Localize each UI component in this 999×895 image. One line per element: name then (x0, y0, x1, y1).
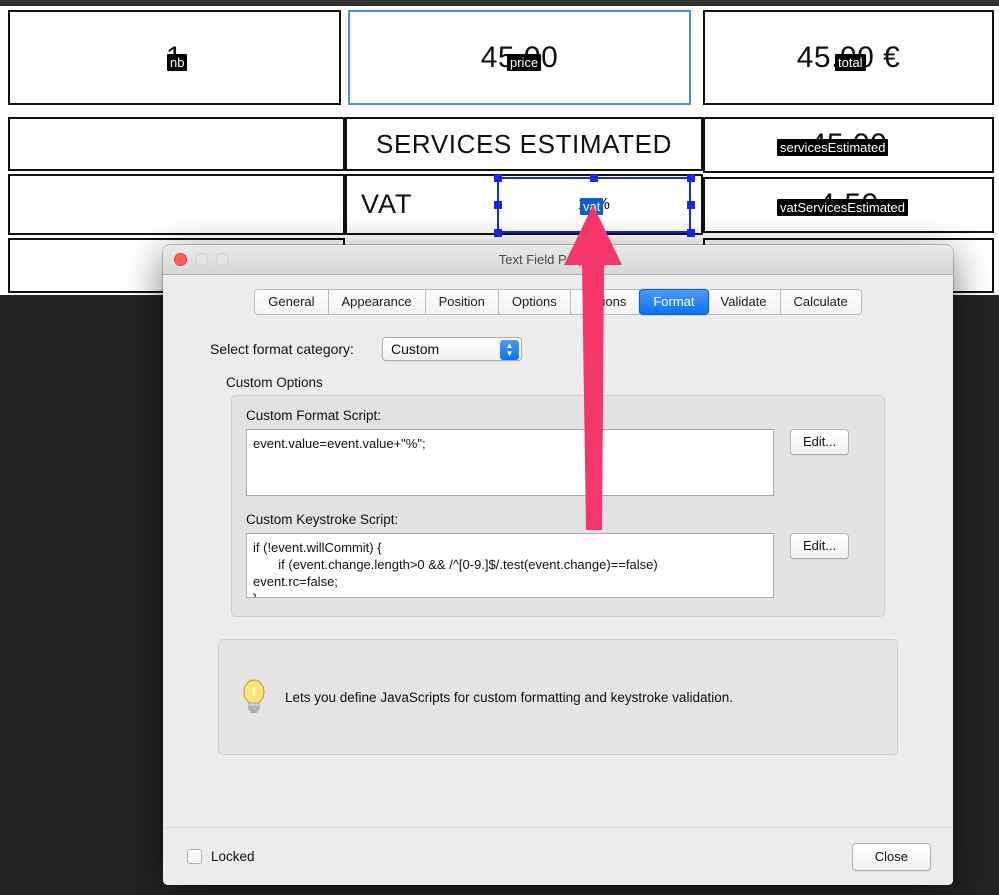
format-category-label: Select format category: (210, 341, 354, 357)
form-field-total[interactable]: 45.00 € total (703, 10, 994, 105)
tab-validate[interactable]: Validate (707, 289, 781, 315)
field-name-badge-price: price (507, 54, 542, 71)
custom-keystroke-script-row: if (!event.willCommit) { if (event.chang… (246, 533, 870, 598)
format-category-select[interactable]: Custom ▲ ▼ (381, 337, 522, 361)
dialog-footer: Locked Close (163, 827, 953, 885)
locked-checkbox[interactable] (187, 849, 202, 864)
locked-checkbox-group[interactable]: Locked (187, 849, 255, 864)
label-vat: VAT (361, 189, 413, 219)
custom-keystroke-script-box[interactable]: if (!event.willCommit) { if (event.chang… (246, 533, 774, 598)
tab-options[interactable]: Options (498, 289, 571, 315)
field-name-badge-vat-services-estimated: vatServicesEstimated (777, 199, 908, 216)
selection-handle-e[interactable] (687, 201, 695, 209)
edit-format-script-button[interactable]: Edit... (790, 429, 850, 455)
selection-handle-nw[interactable] (494, 174, 502, 182)
label-services-estimated: SERVICES ESTIMATED (376, 128, 672, 159)
tab-format[interactable]: Format (639, 289, 709, 315)
custom-keystroke-script-label: Custom Keystroke Script: (246, 512, 399, 527)
format-category-row: Select format category: Custom ▲ ▼ (210, 337, 953, 361)
selected-field-vat[interactable]: 10% vat (497, 177, 691, 233)
text-field-properties-dialog: Text Field Properties General Appearance… (163, 245, 953, 885)
edit-keystroke-script-button[interactable]: Edit... (790, 533, 850, 559)
hint-text: Lets you define JavaScripts for custom f… (285, 689, 733, 705)
document-top-edge (0, 0, 999, 6)
format-category-value: Custom (390, 341, 440, 357)
selection-handle-w[interactable] (494, 201, 502, 209)
tab-appearance[interactable]: Appearance (328, 289, 426, 315)
locked-label: Locked (211, 849, 255, 864)
form-field-nb[interactable]: 1 nb (8, 10, 341, 105)
selection-handle-ne[interactable] (687, 174, 695, 182)
selection-handle-n[interactable] (590, 174, 598, 182)
form-field-price[interactable]: 45.00 price (348, 10, 691, 105)
table-cell-services-label: SERVICES ESTIMATED (345, 117, 703, 171)
field-name-badge-services-estimated: servicesEstimated (777, 139, 889, 156)
tab-actions[interactable]: Actions (570, 289, 641, 315)
selection-handle-sw[interactable] (494, 229, 502, 237)
custom-options-panel: Custom Format Script: event.value=event.… (231, 395, 885, 617)
lightbulb-icon (243, 679, 265, 713)
form-field-vat-services-estimated[interactable]: 4.50 vatServicesEstimated (703, 177, 994, 233)
tab-calculate[interactable]: Calculate (780, 289, 862, 315)
custom-options-title: Custom Options (226, 375, 323, 390)
tab-general[interactable]: General (254, 289, 329, 315)
dialog-title: Text Field Properties (498, 252, 618, 267)
close-button[interactable]: Close (851, 842, 931, 871)
field-name-badge-total: total (835, 54, 866, 71)
dialog-body: General Appearance Position Options Acti… (163, 275, 953, 885)
custom-format-script-label: Custom Format Script: (246, 408, 382, 423)
custom-format-script-box[interactable]: event.value=event.value+"%"; (246, 429, 774, 496)
selection-handle-se[interactable] (687, 229, 695, 237)
screen: 1 nb 45.00 price 45.00 € total SERVICES … (0, 0, 999, 895)
chevron-updown-icon[interactable]: ▲ ▼ (499, 340, 519, 360)
dialog-titlebar[interactable]: Text Field Properties (163, 245, 953, 275)
form-field-services-estimated[interactable]: 45.00 servicesEstimated (703, 117, 994, 173)
hint-panel: Lets you define JavaScripts for custom f… (218, 639, 898, 755)
table-cell-empty-left-2 (8, 174, 345, 235)
selection-handle-s[interactable] (590, 229, 598, 237)
tab-bar: General Appearance Position Options Acti… (163, 275, 953, 315)
custom-format-script-row: event.value=event.value+"%"; Edit... (246, 429, 870, 496)
table-cell-empty-left-1 (8, 117, 345, 171)
tab-position[interactable]: Position (425, 289, 499, 315)
field-name-badge-vat: vat (580, 198, 604, 215)
field-name-badge-nb: nb (167, 54, 188, 71)
